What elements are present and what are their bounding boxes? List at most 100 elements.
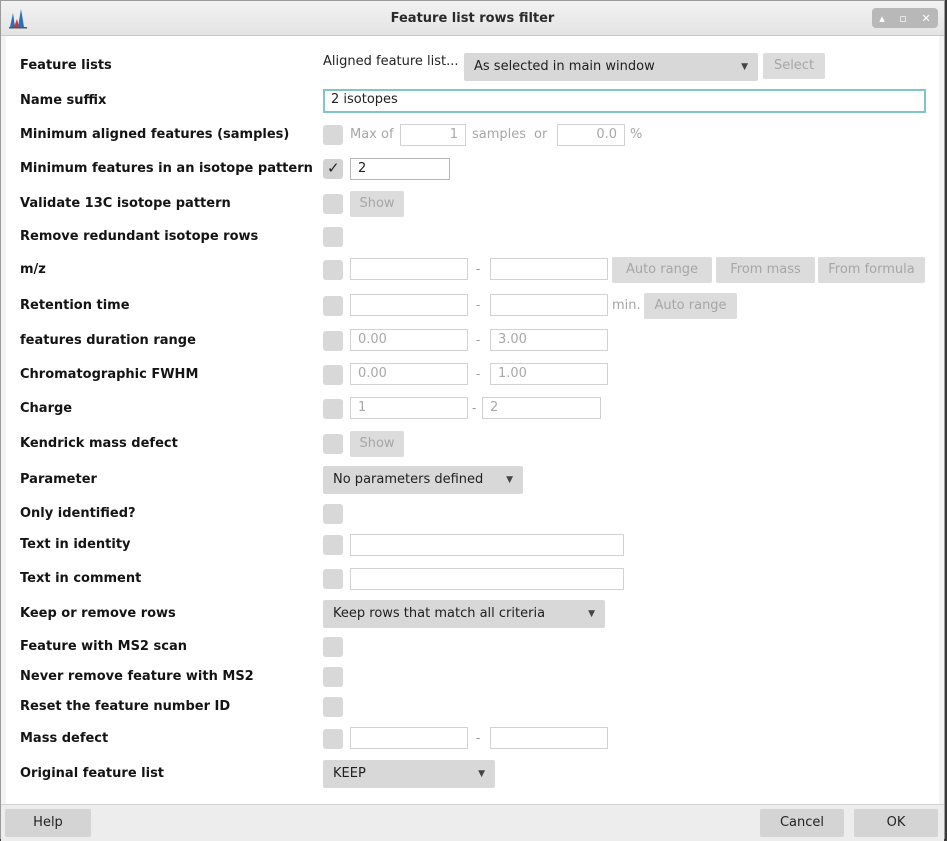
- parameter-combo[interactable]: No parameters defined ▼: [323, 466, 523, 494]
- min-isotope-checkbox[interactable]: [323, 159, 343, 179]
- kendrick-checkbox[interactable]: [323, 434, 343, 454]
- window-title: Feature list rows filter: [390, 11, 555, 26]
- button-bar: Help Cancel OK: [1, 804, 944, 841]
- validate-13c-show-button[interactable]: Show: [350, 191, 404, 217]
- mass-defect-label: Mass defect: [20, 731, 109, 746]
- text-comment-checkbox[interactable]: [323, 569, 343, 589]
- mz-from-formula-button[interactable]: From formula: [818, 257, 925, 283]
- keep-remove-label: Keep or remove rows: [20, 606, 176, 621]
- rt-unit-label: min.: [612, 298, 641, 313]
- chevron-down-icon: ▼: [506, 475, 513, 485]
- charge-label: Charge: [20, 401, 73, 416]
- min-aligned-checkbox[interactable]: [323, 125, 343, 145]
- rt-min-input[interactable]: [350, 294, 468, 316]
- mass-defect-range-dash: -: [476, 731, 481, 745]
- mz-checkbox[interactable]: [323, 260, 343, 280]
- charge-checkbox[interactable]: [323, 399, 343, 419]
- rt-label: Retention time: [20, 298, 130, 313]
- rt-range-dash: -: [476, 298, 481, 312]
- rt-checkbox[interactable]: [323, 296, 343, 316]
- validate-13c-label: Validate 13C isotope pattern: [20, 196, 231, 211]
- kendrick-show-button[interactable]: Show: [350, 431, 404, 457]
- feature-lists-combo-value: As selected in main window: [474, 59, 655, 74]
- feature-lists-label: Feature lists: [20, 58, 112, 73]
- rt-auto-range-button[interactable]: Auto range: [644, 293, 737, 319]
- min-aligned-count-input[interactable]: 1: [400, 124, 466, 146]
- mz-auto-range-button[interactable]: Auto range: [612, 257, 712, 283]
- never-remove-checkbox[interactable]: [323, 667, 343, 687]
- window-controls: ▴ ▫ ✕: [872, 8, 938, 28]
- reset-id-label: Reset the feature number ID: [20, 699, 231, 714]
- name-suffix-input[interactable]: 2 isotopes: [323, 89, 926, 113]
- original-combo-value: KEEP: [333, 766, 366, 781]
- parameter-combo-value: No parameters defined: [333, 472, 484, 487]
- text-identity-label: Text in identity: [20, 537, 131, 552]
- ms2-label: Feature with MS2 scan: [20, 639, 187, 654]
- dialog-window: Feature list rows filter ▴ ▫ ✕ Feature l…: [0, 0, 945, 841]
- never-remove-label: Never remove feature with MS2: [20, 669, 254, 684]
- fwhm-min-input[interactable]: 0.00: [350, 363, 468, 385]
- min-aligned-label: Minimum aligned features (samples): [20, 127, 290, 142]
- percent-label: %: [630, 127, 643, 142]
- charge-max-input[interactable]: 2: [482, 397, 601, 419]
- original-combo[interactable]: KEEP ▼: [323, 760, 495, 788]
- mass-defect-checkbox[interactable]: [323, 729, 343, 749]
- select-button[interactable]: Select: [763, 53, 825, 79]
- chevron-down-icon: ▼: [741, 62, 748, 72]
- minimize-icon[interactable]: ▴: [879, 12, 885, 25]
- only-identified-checkbox[interactable]: [323, 504, 343, 524]
- maximize-icon[interactable]: ▫: [899, 12, 906, 25]
- min-isotope-input[interactable]: 2: [350, 158, 450, 180]
- mz-label: m/z: [20, 262, 46, 277]
- charge-range-dash: -: [472, 401, 477, 415]
- keep-remove-combo[interactable]: Keep rows that match all criteria ▼: [323, 600, 605, 628]
- samples-label: samples: [472, 127, 527, 142]
- ms2-checkbox[interactable]: [323, 637, 343, 657]
- rt-max-input[interactable]: [490, 294, 608, 316]
- keep-remove-combo-value: Keep rows that match all criteria: [333, 606, 546, 621]
- duration-label: features duration range: [20, 333, 196, 348]
- text-identity-checkbox[interactable]: [323, 535, 343, 555]
- mass-defect-min-input[interactable]: [350, 727, 468, 749]
- charge-min-input[interactable]: 1: [350, 397, 468, 419]
- original-label: Original feature list: [20, 766, 165, 781]
- fwhm-label: Chromatographic FWHM: [20, 367, 199, 382]
- mz-max-input[interactable]: [490, 258, 608, 280]
- mz-range-dash: -: [476, 262, 481, 276]
- text-comment-input[interactable]: [350, 568, 624, 590]
- min-aligned-percent-input[interactable]: 0.0: [557, 124, 625, 146]
- cancel-button[interactable]: Cancel: [760, 809, 844, 837]
- fwhm-max-input[interactable]: 1.00: [490, 363, 608, 385]
- kendrick-label: Kendrick mass defect: [20, 436, 178, 451]
- only-identified-label: Only identified?: [20, 506, 136, 521]
- remove-redundant-label: Remove redundant isotope rows: [20, 229, 259, 244]
- remove-redundant-checkbox[interactable]: [323, 227, 343, 247]
- reset-id-checkbox[interactable]: [323, 697, 343, 717]
- mz-min-input[interactable]: [350, 258, 468, 280]
- help-button[interactable]: Help: [5, 809, 91, 837]
- duration-range-dash: -: [476, 333, 481, 347]
- feature-lists-prefix: Aligned feature list...: [323, 54, 459, 69]
- mass-defect-max-input[interactable]: [490, 727, 608, 749]
- validate-13c-checkbox[interactable]: [323, 194, 343, 214]
- or-label: or: [534, 127, 548, 142]
- parameters-panel: Feature lists Aligned feature list... As…: [6, 36, 939, 804]
- chevron-down-icon: ▼: [588, 609, 595, 619]
- max-of-label: Max of: [350, 127, 394, 142]
- duration-max-input[interactable]: 3.00: [490, 329, 608, 351]
- duration-min-input[interactable]: 0.00: [350, 329, 468, 351]
- parameter-label: Parameter: [20, 472, 97, 487]
- fwhm-range-dash: -: [476, 367, 481, 381]
- mz-from-mass-button[interactable]: From mass: [716, 257, 815, 283]
- chevron-down-icon: ▼: [478, 769, 485, 779]
- feature-lists-combo[interactable]: As selected in main window ▼: [464, 53, 758, 81]
- fwhm-checkbox[interactable]: [323, 365, 343, 385]
- duration-checkbox[interactable]: [323, 331, 343, 351]
- ok-button[interactable]: OK: [854, 809, 938, 837]
- text-comment-label: Text in comment: [20, 571, 142, 586]
- min-isotope-label: Minimum features in an isotope pattern: [20, 161, 313, 176]
- close-icon[interactable]: ✕: [921, 12, 930, 25]
- text-identity-input[interactable]: [350, 534, 624, 556]
- title-bar[interactable]: Feature list rows filter ▴ ▫ ✕: [1, 1, 944, 36]
- name-suffix-label: Name suffix: [20, 93, 107, 108]
